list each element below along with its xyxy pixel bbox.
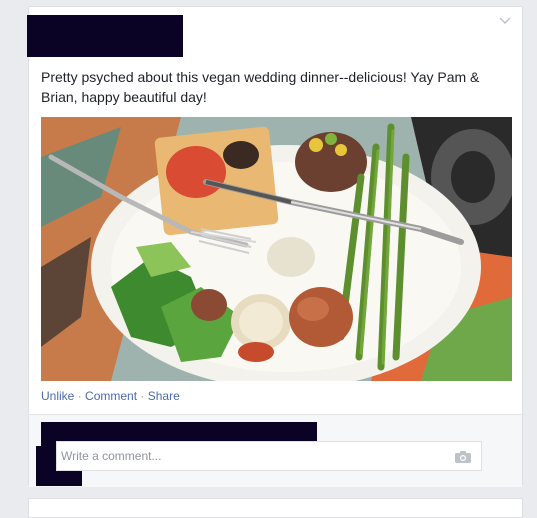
comment-input[interactable] (57, 442, 441, 470)
comment-box[interactable] (56, 441, 482, 471)
author-name-redacted (27, 15, 183, 57)
chevron-down-icon[interactable] (498, 15, 512, 29)
separator: · (77, 389, 86, 403)
food-photo (41, 117, 512, 381)
post-card: Pretty psyched about this vegan wedding … (27, 6, 523, 487)
separator: · (140, 389, 148, 403)
post-actions: Unlike · Comment · Share (41, 389, 180, 403)
post-photo[interactable] (41, 117, 512, 381)
post-text: Pretty psyched about this vegan wedding … (41, 69, 480, 105)
share-link[interactable]: Share (148, 389, 180, 403)
camera-icon[interactable] (455, 450, 471, 463)
unlike-link[interactable]: Unlike (41, 389, 74, 403)
next-post-card (28, 498, 523, 518)
comment-link[interactable]: Comment (85, 389, 137, 403)
